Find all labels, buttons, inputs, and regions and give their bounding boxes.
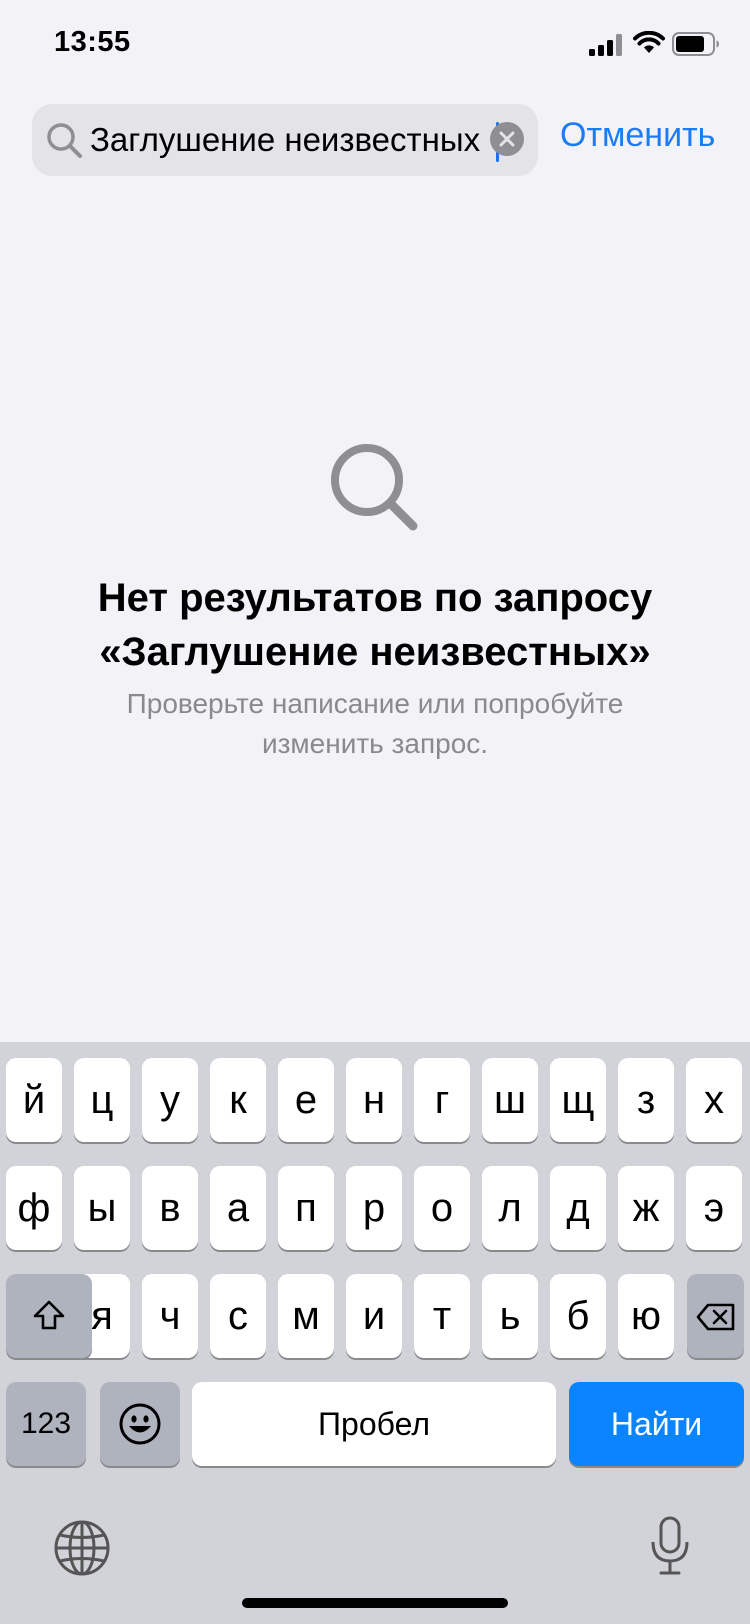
search-icon	[47, 123, 82, 158]
key-й[interactable]: й	[6, 1058, 62, 1142]
clear-search-button[interactable]	[490, 122, 524, 156]
status-bar: 13:55	[0, 0, 750, 90]
shift-key[interactable]	[6, 1274, 92, 1358]
key-н[interactable]: н	[346, 1058, 402, 1142]
key-а[interactable]: а	[210, 1166, 266, 1250]
key-м[interactable]: м	[278, 1274, 334, 1358]
key-о[interactable]: о	[414, 1166, 470, 1250]
key-э[interactable]: э	[686, 1166, 742, 1250]
key-в[interactable]: в	[142, 1166, 198, 1250]
empty-state-hint-line2: изменить запрос.	[261, 728, 489, 759]
search-return-key[interactable]: Найти	[569, 1382, 744, 1466]
key-ч[interactable]: ч	[142, 1274, 198, 1358]
keyboard: йцукенгшщзх фывапролджэ ячсмитьбю 123 Пр…	[0, 1042, 750, 1624]
key-д[interactable]: д	[550, 1166, 606, 1250]
home-indicator	[242, 1598, 508, 1608]
search-query-text: Заглушение неизвестных	[90, 121, 481, 158]
close-icon	[499, 131, 515, 147]
key-у[interactable]: у	[142, 1058, 198, 1142]
key-п[interactable]: п	[278, 1166, 334, 1250]
shift-icon	[33, 1300, 65, 1330]
key-е[interactable]: е	[278, 1058, 334, 1142]
key-ф[interactable]: ф	[6, 1166, 62, 1250]
battery-icon	[672, 32, 719, 56]
key-с[interactable]: с	[210, 1274, 266, 1358]
cellular-signal-icon	[589, 34, 622, 56]
delete-icon	[696, 1303, 735, 1331]
space-key[interactable]: Пробел	[192, 1382, 556, 1466]
key-б[interactable]: б	[550, 1274, 606, 1358]
globe-icon[interactable]	[52, 1518, 112, 1578]
empty-state-title: Нет результатов по запросу	[97, 576, 653, 620]
key-ж[interactable]: ж	[618, 1166, 674, 1250]
key-ю[interactable]: ю	[618, 1274, 674, 1358]
key-х[interactable]: х	[686, 1058, 742, 1142]
microphone-icon[interactable]	[648, 1516, 692, 1576]
numbers-key[interactable]: 123	[6, 1382, 86, 1466]
emoji-key[interactable]	[100, 1382, 180, 1466]
key-к[interactable]: к	[210, 1058, 266, 1142]
key-щ[interactable]: щ	[550, 1058, 606, 1142]
key-и[interactable]: и	[346, 1274, 402, 1358]
search-input[interactable]: Заглушение неизвестных	[32, 104, 538, 176]
emoji-icon	[119, 1403, 161, 1445]
empty-state-query: «Заглушение неизвестных»	[99, 630, 651, 674]
key-ь[interactable]: ь	[482, 1274, 538, 1358]
cancel-button[interactable]: Отменить	[560, 116, 715, 155]
key-з[interactable]: з	[618, 1058, 674, 1142]
search-query-container: Заглушение неизвестных	[90, 104, 482, 176]
key-ы[interactable]: ы	[74, 1166, 130, 1250]
backspace-key[interactable]	[687, 1274, 744, 1358]
key-ш[interactable]: ш	[482, 1058, 538, 1142]
status-time: 13:55	[54, 26, 131, 58]
wifi-icon	[633, 31, 665, 53]
empty-state-hint: Проверьте написание или попробуйте	[126, 688, 624, 719]
no-results-search-icon	[331, 444, 418, 531]
key-л[interactable]: л	[482, 1166, 538, 1250]
key-р[interactable]: р	[346, 1166, 402, 1250]
key-ц[interactable]: ц	[74, 1058, 130, 1142]
key-г[interactable]: г	[414, 1058, 470, 1142]
key-т[interactable]: т	[414, 1274, 470, 1358]
